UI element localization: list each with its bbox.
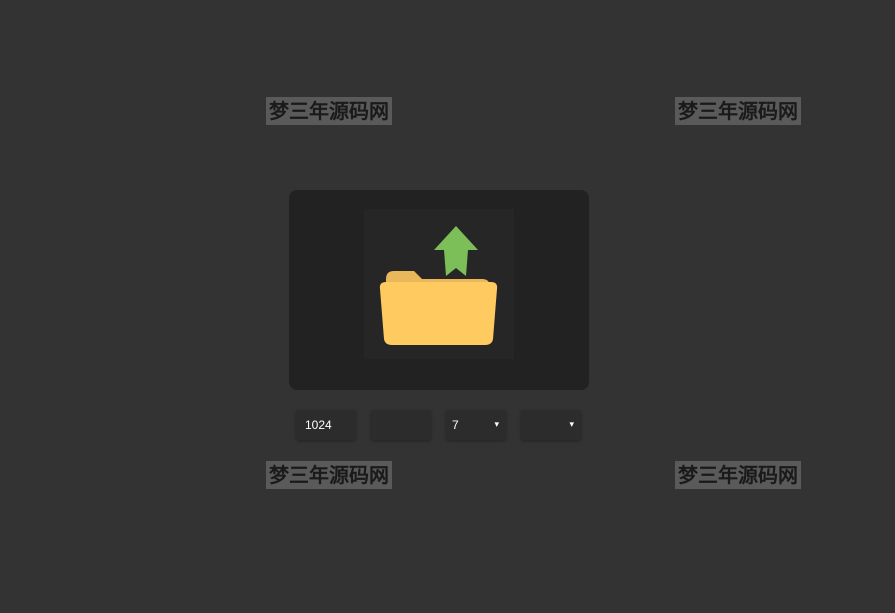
resize-controls: 7 ▾ ▾: [296, 410, 586, 440]
watermark-bottom-left: 梦三年源码网: [266, 461, 392, 489]
quality-select[interactable]: 7 ▾: [446, 410, 506, 440]
quality-select-value: 7: [452, 418, 459, 432]
height-field-box: [371, 410, 431, 440]
upload-preview[interactable]: [364, 209, 514, 359]
chevron-down-icon: ▾: [494, 420, 499, 430]
width-input[interactable]: [296, 410, 356, 440]
format-select[interactable]: ▾: [521, 410, 581, 440]
watermark-top-left: 梦三年源码网: [266, 97, 392, 125]
folder-upload-icon: [379, 226, 498, 345]
upload-arrow-shape: [434, 226, 478, 276]
width-field-box: [296, 410, 356, 440]
upload-drop-zone[interactable]: [289, 190, 589, 390]
page: 梦三年源码网 梦三年源码网 7 ▾: [0, 0, 895, 613]
chevron-down-icon: ▾: [569, 420, 574, 430]
height-input[interactable]: [371, 410, 431, 440]
folder-front-shape: [379, 282, 498, 345]
watermark-top-right: 梦三年源码网: [675, 97, 801, 125]
watermark-bottom-right: 梦三年源码网: [675, 461, 801, 489]
